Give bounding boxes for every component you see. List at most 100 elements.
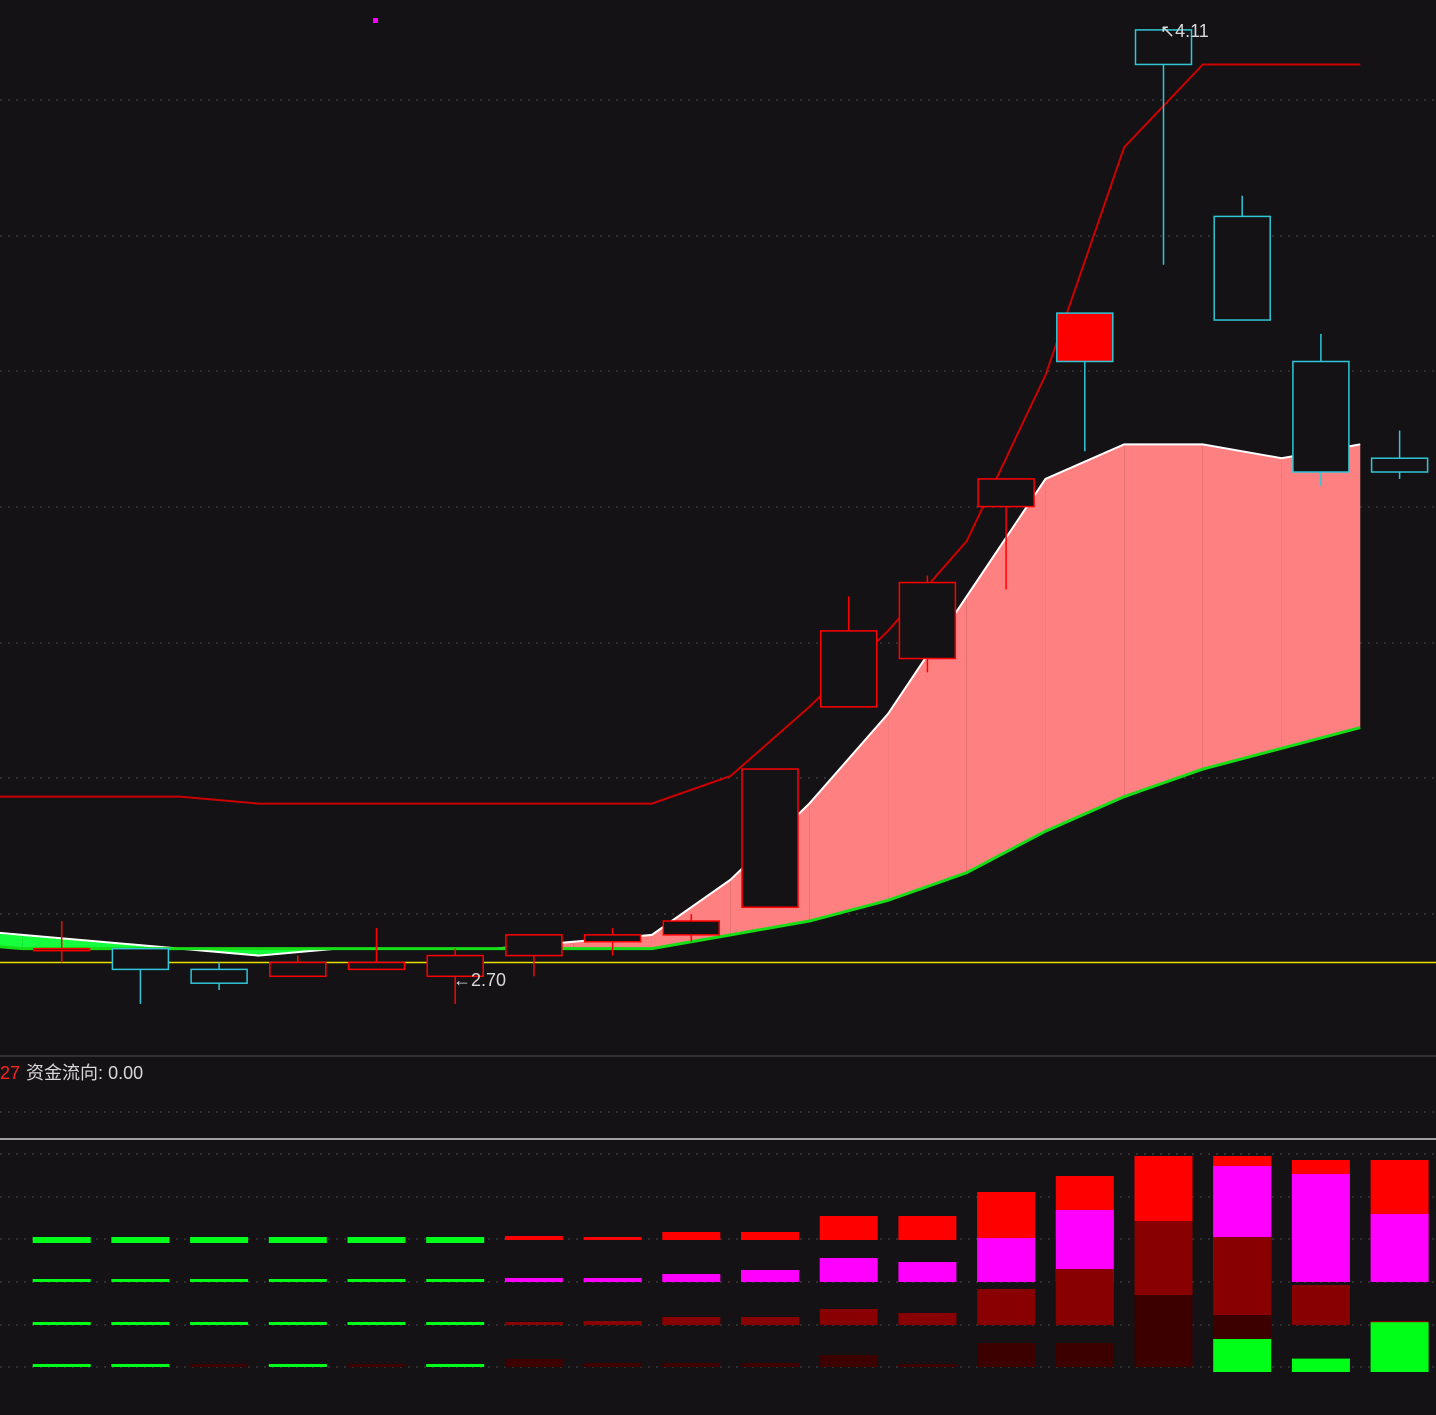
ma-cloud [0,443,1361,957]
candle-body [347,961,406,971]
flow-bar [268,1322,327,1325]
flow-bar [347,1279,406,1282]
low-price-value: 2.70 [471,970,507,990]
flow-bar [898,1313,957,1325]
candle [111,947,170,1004]
flow-bar [819,1258,878,1282]
flow-bar [741,1232,799,1240]
flow-bar [504,1322,563,1325]
candle [1056,312,1114,452]
flow-bar [977,1343,1036,1367]
flow-bar [111,1237,170,1243]
flow-bar [347,1322,406,1325]
chart-canvas [0,18,1436,1372]
candle [505,934,563,977]
candle-body [583,934,642,943]
candle-body [898,581,957,660]
flow-bar [111,1279,170,1282]
candle [741,768,799,908]
candle-body [269,961,327,978]
candle-body [741,768,799,908]
flow-bar [662,1274,721,1282]
flow-bar [977,1289,1036,1325]
flow-bar [662,1232,721,1240]
flow-bar [190,1237,249,1243]
cloud-segment [1202,444,1282,770]
flow-bar [190,1322,249,1325]
chart-area: ↖4.11 ←2.70 27 资金流向: 0.00 [0,0,1436,1410]
flow-bar [268,1279,327,1282]
flow-bar [898,1216,957,1240]
flow-bar [426,1364,485,1367]
flow-bar [741,1317,799,1325]
cloud-segment [1281,444,1361,749]
flow-bar [111,1322,170,1325]
marker-dot [373,18,378,23]
flow-bar [819,1355,878,1367]
high-price-value: 4.11 [1175,21,1209,41]
candle-body [190,968,248,984]
candle-body [819,630,878,708]
flow-bar [583,1278,642,1282]
low-price-label: ←2.70 [453,970,506,991]
flow-bar [268,1237,327,1243]
candle [1213,195,1271,321]
flow-bar [583,1237,642,1240]
flow-bar [898,1364,957,1367]
flow-bar [426,1279,485,1282]
flow-bar [32,1364,91,1367]
flow-bar [32,1322,91,1325]
candle-body [977,478,1035,508]
candle-body [1213,215,1271,321]
flow-bar [504,1278,563,1282]
flow-sell-bar [1213,1339,1272,1372]
flow-bar [583,1321,642,1325]
high-arrow-icon: ↖ [1160,21,1176,41]
cloud-segment [809,713,889,922]
indicator-value: 0.00 [108,1063,144,1083]
flow-bar [111,1364,170,1367]
flow-bar [190,1364,249,1367]
high-price-label: ↖4.11 [1160,21,1209,42]
flow-bar [1055,1343,1114,1367]
flow-bar [583,1363,642,1367]
indicator-name: 资金流向: [26,1063,104,1083]
flow-sell-bar [1291,1358,1350,1372]
candle-body [505,934,563,957]
candle [1134,29,1193,265]
flow-bar [1134,1295,1193,1367]
candle [269,955,327,978]
indicator-prefix: 27 [0,1063,21,1083]
candle [1292,333,1350,486]
cloud-segment [1124,444,1203,797]
flow-bar [819,1309,878,1325]
candle [583,927,642,956]
flow-bar [898,1262,957,1282]
candle [819,596,878,708]
money-flow-indicator-label: 27 资金流向: 0.00 [0,1059,143,1085]
candle-body [662,920,721,936]
flow-bar [504,1359,563,1367]
candle [1370,430,1429,479]
flow-bar [268,1364,327,1367]
flow-bar [347,1237,406,1243]
flow-bar [1055,1269,1114,1325]
candle-body [1056,312,1114,363]
money-flow-bars [32,1156,1429,1372]
candle-body [32,947,91,952]
flow-bar [347,1364,406,1367]
flow-bar [662,1363,721,1367]
flow-sell-bar [1370,1322,1429,1372]
flow-bar [741,1270,799,1282]
flow-bar [662,1317,721,1325]
flow-bar [977,1238,1036,1282]
candle [190,962,248,991]
cloud-segment [1045,444,1125,832]
flow-bar [819,1216,878,1240]
flow-bar [426,1237,485,1243]
flow-bar [741,1363,799,1367]
flow-bar [190,1279,249,1282]
candle-body [111,947,170,971]
flow-bar [1213,1237,1272,1325]
low-arrow-icon: ← [453,970,471,990]
